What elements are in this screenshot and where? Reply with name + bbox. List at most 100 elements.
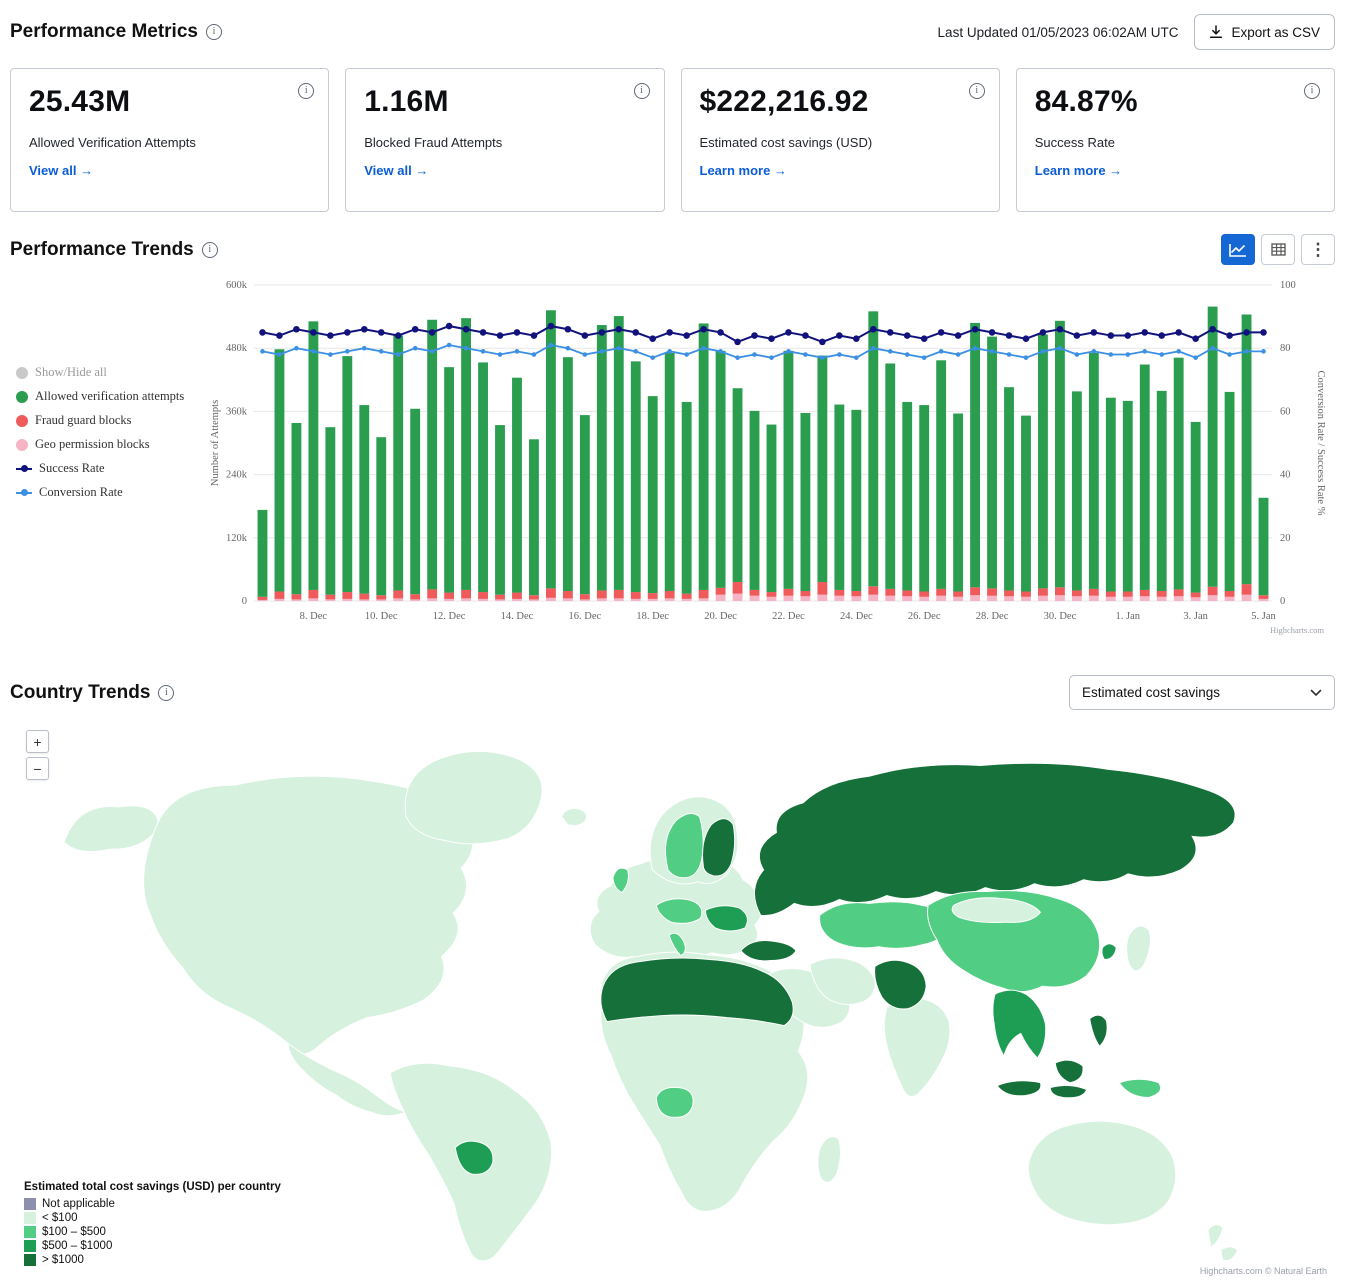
- map-legend-swatch: [24, 1212, 36, 1224]
- map-legend-swatch: [24, 1226, 36, 1238]
- svg-text:600k: 600k: [226, 280, 248, 291]
- map-legend-item: Not applicable: [24, 1198, 281, 1210]
- legend-label: Success Rate: [39, 461, 105, 476]
- chart-legend: Show/Hide all Allowed verification attemp…: [16, 365, 184, 500]
- info-icon[interactable]: i: [1304, 83, 1320, 99]
- performance-trends-chart[interactable]: 0120k240k360k480k600k0204060801008. Dec1…: [206, 271, 1326, 643]
- kebab-icon: ⋮: [1310, 240, 1327, 260]
- country-greenland[interactable]: [405, 751, 542, 843]
- dashboard-page: Performance Metrics i Last Updated 01/05…: [0, 0, 1345, 1280]
- svg-text:1. Jan: 1. Jan: [1116, 611, 1141, 622]
- table-view-button[interactable]: [1261, 234, 1295, 265]
- country-trends-map-area: + − Estimated total cost savings (USD) p…: [10, 718, 1335, 1280]
- legend-item[interactable]: Fraud guard blocks: [16, 413, 184, 428]
- legend-item[interactable]: Conversion Rate: [16, 485, 184, 500]
- country-turkey[interactable]: [741, 941, 796, 961]
- svg-text:240k: 240k: [226, 470, 248, 481]
- chevron-down-icon: [1310, 689, 1322, 697]
- metric-label: Allowed Verification Attempts: [29, 135, 310, 150]
- country-madagascar[interactable]: [818, 1137, 841, 1183]
- country-india[interactable]: [884, 998, 950, 1097]
- metric-value: 84.87%: [1035, 85, 1316, 119]
- legend-marker: [16, 468, 32, 470]
- map-legend-swatch: [24, 1198, 36, 1210]
- info-icon[interactable]: i: [634, 83, 650, 99]
- country-philippines[interactable]: [1090, 1015, 1107, 1046]
- metric-label: Success Rate: [1035, 135, 1316, 150]
- svg-text:Conversion Rate / Success Rate: Conversion Rate / Success Rate %: [1315, 371, 1326, 516]
- map-legend-item: $100 – $500: [24, 1226, 281, 1238]
- svg-text:26. Dec: 26. Dec: [908, 611, 941, 622]
- region-se-asia[interactable]: [993, 990, 1046, 1058]
- metric-card-blocked: i 1.16M Blocked Fraud Attempts View all …: [345, 68, 664, 212]
- country-australia[interactable]: [1028, 1121, 1175, 1225]
- map-credits: Highcharts.com © Natural Earth: [1200, 1266, 1327, 1276]
- country-japan[interactable]: [1127, 926, 1151, 971]
- metric-cards-row: i 25.43M Allowed Verification Attempts V…: [10, 68, 1335, 212]
- info-icon[interactable]: i: [969, 83, 985, 99]
- map-legend-item: < $100: [24, 1212, 281, 1224]
- learn-more-link[interactable]: Learn more →: [700, 163, 787, 178]
- svg-text:20: 20: [1280, 533, 1291, 544]
- legend-item[interactable]: Success Rate: [16, 461, 184, 476]
- country-new-guinea[interactable]: [1119, 1079, 1160, 1097]
- table-icon: [1271, 243, 1286, 256]
- performance-trends-header: Performance Trends i ⋮: [10, 234, 1335, 265]
- metric-card-success-rate: i 84.87% Success Rate Learn more →: [1016, 68, 1335, 212]
- legend-item[interactable]: Allowed verification attempts: [16, 389, 184, 404]
- last-updated-text: Last Updated 01/05/2023 06:02AM UTC: [938, 25, 1179, 40]
- map-metric-dropdown[interactable]: Estimated cost savings: [1069, 675, 1335, 710]
- line-chart-icon: [1229, 243, 1247, 257]
- country-korea[interactable]: [1102, 944, 1116, 960]
- more-options-button[interactable]: ⋮: [1301, 234, 1335, 265]
- export-csv-button[interactable]: Export as CSV: [1194, 14, 1335, 50]
- svg-text:8. Dec: 8. Dec: [300, 611, 328, 622]
- metric-card-allowed: i 25.43M Allowed Verification Attempts V…: [10, 68, 329, 212]
- svg-text:360k: 360k: [226, 406, 248, 417]
- map-legend-label: Not applicable: [42, 1198, 115, 1210]
- page-title: Performance Metrics: [10, 21, 198, 43]
- map-legend: Estimated total cost savings (USD) per c…: [24, 1181, 281, 1266]
- country-iceland[interactable]: [562, 808, 587, 825]
- info-icon[interactable]: i: [206, 24, 222, 40]
- info-icon[interactable]: i: [202, 242, 218, 258]
- svg-text:40: 40: [1280, 470, 1291, 481]
- bars-geo-blocks: [258, 594, 1269, 601]
- learn-more-link[interactable]: Learn more →: [1035, 163, 1122, 178]
- svg-text:12. Dec: 12. Dec: [433, 611, 466, 622]
- country-nigeria[interactable]: [656, 1087, 693, 1117]
- legend-marker: [16, 492, 32, 494]
- view-all-link[interactable]: View all →: [364, 163, 428, 178]
- svg-text:0: 0: [242, 596, 247, 607]
- svg-text:30. Dec: 30. Dec: [1044, 611, 1077, 622]
- svg-text:60: 60: [1280, 406, 1291, 417]
- map-legend-title: Estimated total cost savings (USD) per c…: [24, 1181, 281, 1193]
- svg-text:16. Dec: 16. Dec: [569, 611, 602, 622]
- download-icon: [1209, 25, 1223, 39]
- bars-fraud-blocks: [258, 582, 1269, 600]
- country-new-zealand[interactable]: [1208, 1225, 1238, 1261]
- view-all-link[interactable]: View all →: [29, 163, 93, 178]
- legend-item[interactable]: Geo permission blocks: [16, 437, 184, 452]
- svg-text:10. Dec: 10. Dec: [365, 611, 398, 622]
- metric-label: Estimated cost savings (USD): [700, 135, 981, 150]
- metric-value: 25.43M: [29, 85, 310, 119]
- svg-text:28. Dec: 28. Dec: [976, 611, 1009, 622]
- legend-label: Geo permission blocks: [35, 437, 150, 452]
- country-alaska[interactable]: [64, 806, 159, 852]
- metric-card-savings: i $222,216.92 Estimated cost savings (US…: [681, 68, 1000, 212]
- country-indonesia[interactable]: [997, 1060, 1087, 1098]
- legend-marker: [16, 391, 28, 403]
- chart-view-button[interactable]: [1221, 234, 1255, 265]
- legend-item[interactable]: Show/Hide all: [16, 365, 184, 380]
- zoom-out-button[interactable]: −: [26, 757, 49, 780]
- map-legend-label: $500 – $1000: [42, 1240, 112, 1252]
- zoom-in-button[interactable]: +: [26, 730, 49, 753]
- info-icon[interactable]: i: [298, 83, 314, 99]
- svg-text:80: 80: [1280, 343, 1291, 354]
- info-icon[interactable]: i: [158, 685, 174, 701]
- country-pakistan[interactable]: [875, 960, 927, 1009]
- svg-text:22. Dec: 22. Dec: [772, 611, 805, 622]
- export-csv-label: Export as CSV: [1231, 25, 1320, 40]
- legend-label: Show/Hide all: [35, 365, 107, 380]
